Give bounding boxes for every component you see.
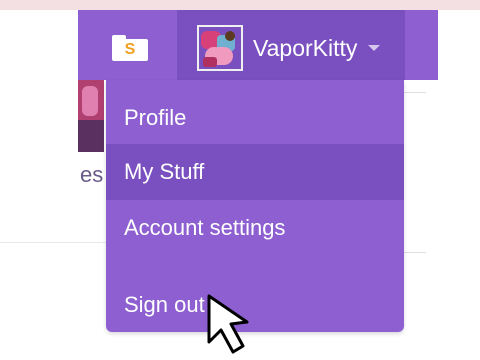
menu-item-my-stuff[interactable]: My Stuff (106, 144, 404, 200)
folder-icon-letter: S (124, 41, 136, 58)
page-background-right (404, 80, 480, 360)
divider (404, 252, 426, 253)
folder-icon: S (112, 35, 148, 61)
mouse-pointer-icon (207, 294, 249, 354)
menu-item-account-settings[interactable]: Account settings (106, 200, 404, 256)
avatar[interactable] (197, 25, 243, 71)
project-thumbnail[interactable] (78, 80, 104, 152)
divider (404, 92, 426, 93)
divider (0, 242, 106, 243)
top-strip (0, 0, 480, 10)
caret-down-icon[interactable] (368, 45, 380, 51)
partial-nav-label: es (80, 162, 104, 187)
menu-item-profile[interactable]: Profile (106, 90, 404, 146)
navbar-right-gap (438, 10, 480, 80)
username-label[interactable]: VaporKitty (253, 35, 357, 62)
my-stuff-nav-button[interactable]: S (96, 22, 164, 74)
